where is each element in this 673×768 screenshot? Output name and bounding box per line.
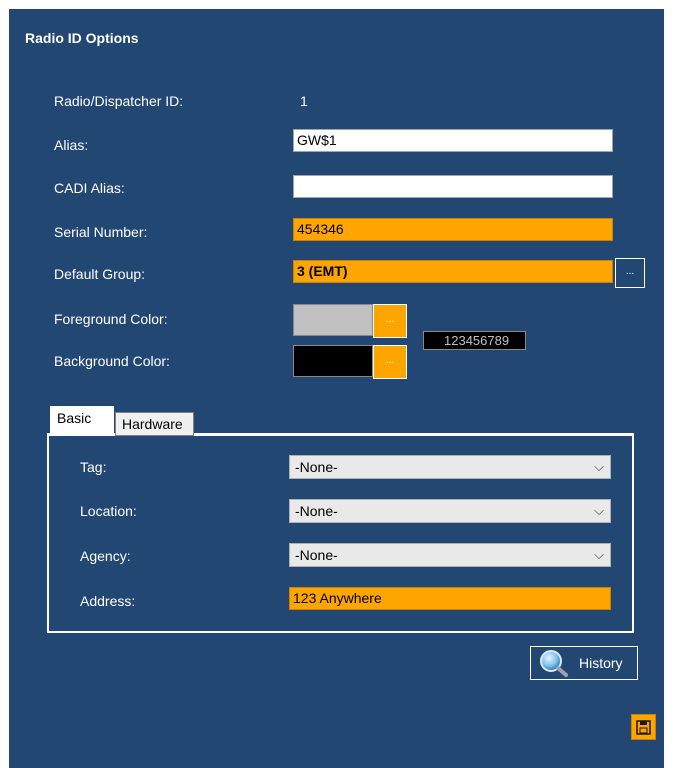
magnifier-icon	[540, 650, 568, 677]
save-button[interactable]	[631, 714, 656, 740]
address-input[interactable]: 123 Anywhere	[289, 587, 611, 610]
foreground-color-label: Foreground Color:	[54, 311, 168, 327]
agency-select[interactable]: -None- ⌵	[289, 543, 611, 567]
history-button[interactable]: History	[530, 646, 638, 680]
foreground-color-picker-button[interactable]: ...	[373, 304, 407, 338]
radio-id-value: 1	[300, 93, 308, 109]
serial-number-input[interactable]: 454346	[293, 218, 613, 241]
location-select[interactable]: -None- ⌵	[289, 499, 611, 523]
agency-label: Agency:	[80, 548, 131, 564]
page-title: Radio ID Options	[25, 30, 139, 46]
address-label: Address:	[80, 593, 136, 609]
location-label: Location:	[80, 503, 137, 519]
cadi-alias-label: CADI Alias:	[54, 180, 125, 196]
color-preview: 123456789	[423, 331, 526, 350]
alias-label: Alias:	[54, 137, 89, 153]
serial-number-label: Serial Number:	[54, 224, 148, 240]
agency-select-value: -None-	[295, 547, 338, 563]
alias-input[interactable]: GW$1	[293, 129, 613, 152]
radio-id-label: Radio/Dispatcher ID:	[54, 93, 184, 109]
tag-label: Tag:	[80, 459, 107, 475]
chevron-down-icon: ⌵	[594, 503, 604, 518]
background-color-swatch	[293, 345, 373, 377]
background-color-picker-button[interactable]: ...	[373, 345, 407, 379]
background-color-label: Background Color:	[54, 353, 170, 369]
location-select-value: -None-	[295, 503, 338, 519]
cadi-alias-input[interactable]	[293, 175, 613, 198]
default-group-browse-button[interactable]: ...	[615, 258, 645, 288]
chevron-down-icon: ⌵	[594, 547, 604, 562]
foreground-color-swatch	[293, 304, 373, 336]
tag-select-value: -None-	[295, 459, 338, 475]
tab-basic[interactable]: Basic	[50, 406, 114, 434]
history-button-label: History	[579, 655, 623, 671]
default-group-field[interactable]: 3 (EMT)	[293, 260, 613, 283]
default-group-label: Default Group:	[54, 266, 146, 282]
tab-hardware[interactable]: Hardware	[115, 412, 194, 436]
chevron-down-icon: ⌵	[594, 459, 604, 474]
floppy-disk-icon	[636, 720, 651, 735]
tag-select[interactable]: -None- ⌵	[289, 455, 611, 479]
